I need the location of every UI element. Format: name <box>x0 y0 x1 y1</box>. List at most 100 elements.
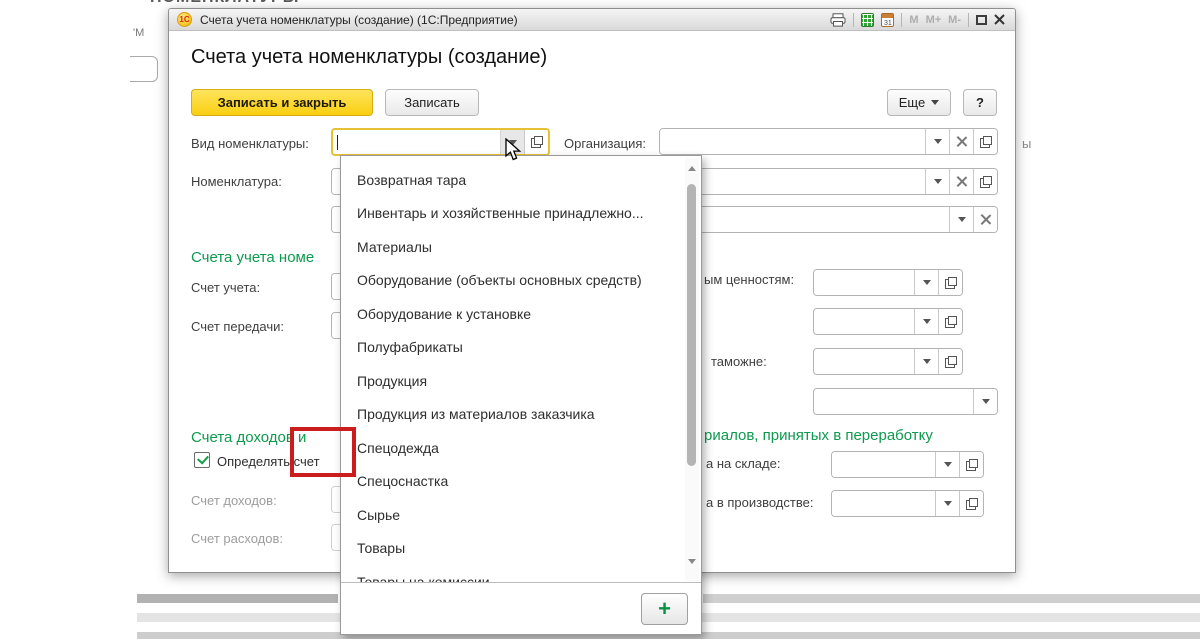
add-new-item-button[interactable]: + <box>641 593 688 625</box>
customs-input[interactable] <box>814 349 914 374</box>
warehouse-dropdown-button[interactable] <box>949 207 973 232</box>
memory-recall-button[interactable]: M <box>909 14 918 26</box>
chevron-down-icon <box>931 100 940 105</box>
customs-label: таможне: <box>711 354 767 369</box>
right-dropdown-button-2[interactable] <box>914 309 938 334</box>
mouse-cursor <box>505 137 522 167</box>
account-label: Счет учета: <box>191 280 261 295</box>
scrollbar-thumb[interactable] <box>687 184 696 466</box>
clear-icon <box>956 136 967 147</box>
nomenclature-kind-input[interactable] <box>338 130 500 154</box>
warehouse-stock-field-group <box>831 451 984 478</box>
dropdown-item[interactable]: Спецодежда <box>341 431 701 465</box>
dropdown-item[interactable]: Полуфабрикаты <box>341 331 701 365</box>
save-and-close-button[interactable]: Записать и закрыть <box>191 89 373 116</box>
more-button-label: Еще <box>898 95 926 110</box>
clear-icon <box>980 214 991 225</box>
nomenclature-clear-button[interactable] <box>949 169 973 194</box>
memory-minus-button[interactable]: M- <box>948 14 961 26</box>
valuables-open-button[interactable] <box>938 270 962 295</box>
titlebar-divider <box>853 12 855 27</box>
nomenclature-kind-open-button[interactable] <box>524 130 548 154</box>
dropdown-scrollbar[interactable] <box>685 158 699 581</box>
production-open-button[interactable] <box>959 491 983 516</box>
organization-field-group <box>659 128 998 155</box>
production-dropdown-button[interactable] <box>935 491 959 516</box>
organization-input[interactable] <box>660 129 925 154</box>
background-stripe-1 <box>703 594 1200 603</box>
right-field-group-4 <box>813 388 998 415</box>
calendar-icon[interactable]: 31 <box>881 12 895 27</box>
right-dropdown-button-4[interactable] <box>973 389 997 414</box>
dialog-titlebar: 1С Счета учета номенклатуры (создание) (… <box>169 9 1015 31</box>
maximize-icon[interactable] <box>976 14 987 25</box>
determine-account-checkbox[interactable] <box>194 452 210 468</box>
customs-dropdown-button[interactable] <box>914 349 938 374</box>
dropdown-item[interactable]: Возвратная тара <box>341 163 701 197</box>
memory-plus-button[interactable]: M+ <box>926 14 942 26</box>
organization-clear-button[interactable] <box>949 129 973 154</box>
clear-icon <box>956 176 967 187</box>
organization-open-button[interactable] <box>973 129 997 154</box>
titlebar-divider <box>968 12 969 27</box>
calculator-icon[interactable] <box>861 12 875 27</box>
warehouse-stock-open-button[interactable] <box>959 452 983 477</box>
dropdown-item[interactable]: Продукция из материалов заказчика <box>341 398 701 432</box>
open-in-form-icon <box>530 136 543 148</box>
production-input[interactable] <box>832 491 935 516</box>
page-title: Счета учета номенклатуры (создание) <box>191 46 548 68</box>
expense-account-label: Счет расходов: <box>191 531 283 546</box>
dropdown-item[interactable]: Оборудование к установке <box>341 297 701 331</box>
warehouse-stock-dropdown-button[interactable] <box>935 452 959 477</box>
open-in-form-icon <box>979 175 992 188</box>
dropdown-item[interactable]: Сырье <box>341 498 701 532</box>
open-in-form-icon <box>944 315 957 328</box>
titlebar-divider <box>901 12 903 27</box>
right-input-2[interactable] <box>814 309 914 334</box>
background-text-fragment-right: ы <box>1022 136 1032 151</box>
warehouse-stock-label: а на складе: <box>706 456 781 471</box>
processing-section-title: риалов, принятых в переработку <box>704 427 933 444</box>
nomenclature-kind-label: Вид номенклатуры: <box>191 136 309 151</box>
close-icon[interactable] <box>994 14 1005 25</box>
background-text-fragment-left: 'М <box>133 27 145 39</box>
customs-open-button[interactable] <box>938 349 962 374</box>
dropdown-footer: + <box>341 582 701 634</box>
warehouse-clear-button[interactable] <box>973 207 997 232</box>
open-in-form-icon <box>965 497 978 510</box>
print-icon[interactable] <box>830 12 846 27</box>
organization-label: Организация: <box>564 136 647 151</box>
annotation-highlight-box <box>290 427 356 477</box>
right-field-group-2 <box>813 308 963 335</box>
valuables-input[interactable] <box>814 270 914 295</box>
warehouse-stock-input[interactable] <box>832 452 935 477</box>
right-open-button-2[interactable] <box>938 309 962 334</box>
help-button[interactable]: ? <box>963 89 997 116</box>
dropdown-item[interactable]: Материалы <box>341 230 701 264</box>
nomenclature-open-button[interactable] <box>973 169 997 194</box>
scroll-up-icon[interactable] <box>688 166 696 171</box>
window-title: Счета учета номенклатуры (создание) (1С:… <box>200 12 518 27</box>
dropdown-item[interactable]: Спецоснастка <box>341 465 701 499</box>
background-button-fragment <box>130 50 164 90</box>
transfer-account-label: Счет передачи: <box>191 319 284 334</box>
customs-field-group <box>813 348 963 375</box>
production-field-group <box>831 490 984 517</box>
open-in-form-icon <box>979 135 992 148</box>
nomenclature-dropdown-button[interactable] <box>925 169 949 194</box>
dropdown-item[interactable]: Товары на комиссии <box>341 565 701 583</box>
dropdown-item[interactable]: Оборудование (объекты основных средств) <box>341 264 701 298</box>
dropdown-item[interactable]: Продукция <box>341 364 701 398</box>
more-button[interactable]: Еще <box>887 89 951 116</box>
dropdown-item[interactable]: Товары <box>341 532 701 566</box>
organization-dropdown-button[interactable] <box>925 129 949 154</box>
accounts-section-title: Счета учета номе <box>191 249 315 266</box>
production-label: а в производстве: <box>706 495 814 510</box>
right-input-4[interactable] <box>814 389 973 414</box>
dropdown-item[interactable]: Инвентарь и хозяйственные принадлежно... <box>341 197 701 231</box>
valuables-dropdown-button[interactable] <box>914 270 938 295</box>
save-button[interactable]: Записать <box>385 89 479 116</box>
open-in-form-icon <box>944 355 957 368</box>
scroll-down-icon[interactable] <box>688 559 696 564</box>
nomenclature-kind-dropdown-list: Возвратная тара Инвентарь и хозяйственные… <box>340 155 702 635</box>
